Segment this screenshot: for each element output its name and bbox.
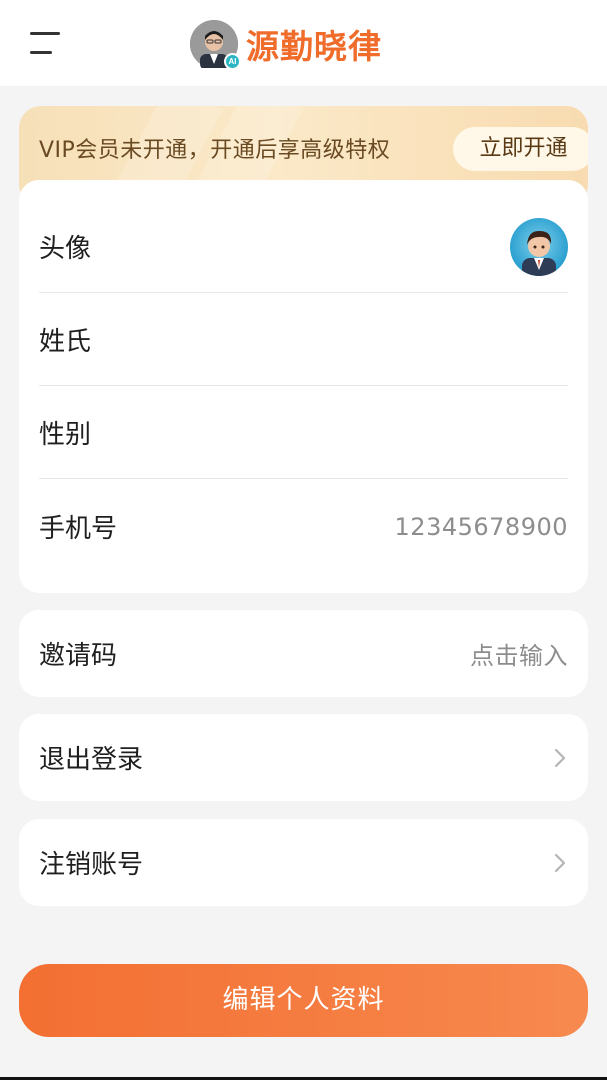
user-avatar[interactable] <box>510 217 568 276</box>
gender-label: 性别 <box>39 420 92 450</box>
deactivate-row[interactable]: 注销账号 <box>39 819 568 906</box>
ai-badge: AI <box>224 53 241 70</box>
gender-row[interactable]: 性别 <box>39 386 568 479</box>
phone-row[interactable]: 手机号 12345678900 <box>39 480 568 573</box>
chevron-right-icon <box>554 748 566 767</box>
invite-code-input[interactable]: 点击输入 <box>470 636 568 671</box>
logout-label: 退出登录 <box>39 745 144 775</box>
logout-card[interactable]: 退出登录 <box>19 714 588 801</box>
edit-profile-button[interactable]: 编辑个人资料 <box>19 964 588 1037</box>
brand-avatar: AI <box>190 20 241 70</box>
surname-label: 姓氏 <box>39 327 92 357</box>
app-header: AI 源勤晓律 <box>0 0 607 86</box>
deactivate-label: 注销账号 <box>39 850 144 880</box>
invite-code-label: 邀请码 <box>39 641 118 671</box>
deactivate-card[interactable]: 注销账号 <box>19 819 588 906</box>
menu-icon[interactable] <box>30 30 64 58</box>
avatar-label: 头像 <box>39 234 92 264</box>
invite-code-card[interactable]: 邀请码 点击输入 <box>19 610 588 697</box>
brand: AI 源勤晓律 <box>190 18 382 70</box>
brand-title: 源勤晓律 <box>246 27 382 66</box>
vip-promo-text: VIP会员未开通，开通后享高级特权 <box>39 138 391 163</box>
profile-card: 头像 姓氏 性别 手机号 12345678900 <box>19 180 588 593</box>
surname-row[interactable]: 姓氏 <box>39 293 568 386</box>
invite-code-row[interactable]: 邀请码 点击输入 <box>39 610 568 697</box>
phone-label: 手机号 <box>39 514 118 544</box>
activate-vip-button[interactable]: 立即开通 <box>453 127 588 171</box>
phone-value: 12345678900 <box>394 512 568 541</box>
chevron-right-icon <box>554 853 566 872</box>
avatar-row[interactable]: 头像 <box>39 200 568 293</box>
logout-row[interactable]: 退出登录 <box>39 714 568 801</box>
